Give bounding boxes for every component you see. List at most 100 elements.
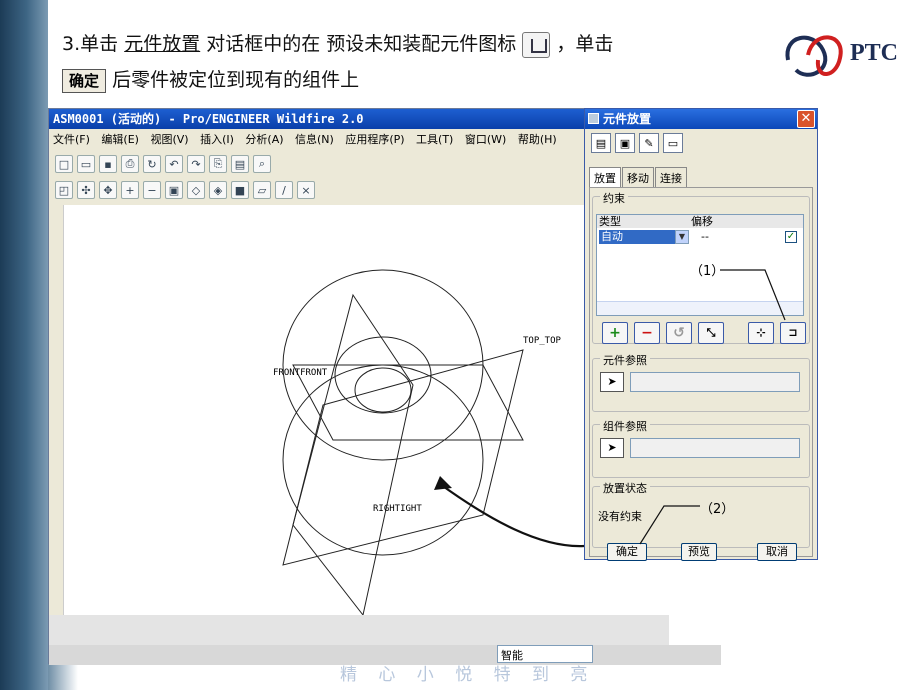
menu-analysis[interactable]: 分析(A) xyxy=(245,133,283,146)
menu-insert[interactable]: 插入(I) xyxy=(200,133,234,146)
menu-window[interactable]: 窗口(W) xyxy=(465,133,506,146)
instruction-text: 3.单击 元件放置 对话框中的在 预设未知装配元件图标 ，单击 确定 后零件被定… xyxy=(62,26,762,98)
wireframe-icon[interactable]: ◇ xyxy=(187,181,205,199)
shading-icon[interactable]: ■ xyxy=(231,181,249,199)
flip-constraint-button[interactable]: ↺ xyxy=(666,322,692,344)
tab-connect[interactable]: 连接 xyxy=(655,167,687,188)
instruction-mid: 对话框中的在 预设未知装配元件图标 xyxy=(206,33,517,55)
preview-button[interactable]: 预览 xyxy=(681,543,717,561)
assembly-ref-label: 组件参照 xyxy=(600,418,650,434)
component-ref-field[interactable] xyxy=(630,372,800,392)
menu-applications[interactable]: 应用程序(P) xyxy=(345,133,404,146)
placement-status-value: 没有约束 xyxy=(598,510,642,523)
hole-circle-inner xyxy=(354,367,412,413)
dialog-window-icon xyxy=(588,113,599,124)
datum-right-label: RIGHTIGHT xyxy=(373,504,422,514)
default-constraint-button[interactable]: ⊹ xyxy=(748,322,774,344)
menu-info[interactable]: 信息(N) xyxy=(295,133,334,146)
regenerate-icon[interactable]: ↻ xyxy=(143,155,161,173)
toolbar-row-1: □ ▭ ▪ ⎙ ↻ ↶ ↷ ⎘ ▤ ⌕ xyxy=(49,151,585,177)
placement-status-label: 放置状态 xyxy=(600,480,650,496)
constraints-label: 约束 xyxy=(600,190,628,206)
instruction-end: 后零件被定位到现有的组件上 xyxy=(112,69,360,91)
callout-1: （1） xyxy=(690,264,725,279)
right-datum-plane xyxy=(292,293,414,615)
dialog-tabs: 放置 移动 连接 xyxy=(589,167,688,188)
menu-tools[interactable]: 工具(T) xyxy=(416,133,453,146)
assembly-ref-field[interactable] xyxy=(630,438,800,458)
callout-2: （2） xyxy=(700,502,735,517)
hidden-line-icon[interactable]: ◈ xyxy=(209,181,227,199)
datum-point-icon[interactable]: × xyxy=(297,181,315,199)
dialog-toolbar: ▤ ▣ ✎ ▭ xyxy=(585,129,817,157)
paste-icon[interactable]: ▤ xyxy=(231,155,249,173)
find-icon[interactable]: ⌕ xyxy=(253,155,271,173)
dialog-title-text: 元件放置 xyxy=(603,112,652,126)
redo-icon[interactable]: ↷ xyxy=(187,155,205,173)
copy-icon[interactable]: ⎘ xyxy=(209,155,227,173)
undo-icon[interactable]: ↶ xyxy=(165,155,183,173)
constraint-orientation-button[interactable]: ⤡ xyxy=(698,322,724,344)
datum-axis-icon[interactable]: / xyxy=(275,181,293,199)
column-type: 类型 xyxy=(599,215,621,228)
instruction-step: 3.单击 xyxy=(62,33,119,55)
remove-constraint-button[interactable]: − xyxy=(634,322,660,344)
new-file-icon[interactable]: □ xyxy=(55,155,73,173)
constraint-offset-value[interactable]: -- xyxy=(701,230,709,243)
decorative-left-band xyxy=(0,0,48,690)
footer-watermark-text: 精 心 小 悦 特 到 亮 xyxy=(340,665,596,685)
constraint-enabled-checkbox[interactable]: ✓ xyxy=(785,231,797,243)
component-placement-dialog: 元件放置 ✕ ▤ ▣ ✎ ▭ 放置 移动 连接 约束 类型 偏移 自动 ▼ --… xyxy=(584,108,818,561)
zoom-out-icon[interactable]: − xyxy=(143,181,161,199)
unknown-assembly-button[interactable]: ⊐ xyxy=(780,322,806,344)
assembly-ref-select-arrow[interactable]: ➤ xyxy=(600,438,624,458)
app-title: ASM0001 (活动的) - Pro/ENGINEER Wildfire 2.… xyxy=(49,109,585,129)
spin-center-icon[interactable]: ✣ xyxy=(77,181,95,199)
component-ref-label: 元件参照 xyxy=(600,352,650,368)
open-folder-icon[interactable]: ▭ xyxy=(77,155,95,173)
table-scrollbar[interactable] xyxy=(597,301,803,315)
instruction-after-icon: ，单击 xyxy=(556,33,614,55)
horizontal-scroll-area[interactable] xyxy=(49,615,669,645)
datum-front-label: FRONTFRONT xyxy=(273,368,328,378)
dialog-title: 元件放置 ✕ xyxy=(585,109,817,129)
datum-plane-icon[interactable]: ▱ xyxy=(253,181,271,199)
proe-main-window: ASM0001 (活动的) - Pro/ENGINEER Wildfire 2.… xyxy=(48,108,721,665)
hole-circle-top xyxy=(334,336,432,414)
assembly-window-icon[interactable]: ▣ xyxy=(615,133,635,153)
ptc-logo-text: PTC xyxy=(850,40,898,66)
menu-help[interactable]: 帮助(H) xyxy=(518,133,557,146)
component-ref-select-arrow[interactable]: ➤ xyxy=(600,372,624,392)
menu-edit[interactable]: 编辑(E) xyxy=(101,133,139,146)
zoom-in-icon[interactable]: + xyxy=(121,181,139,199)
menu-file[interactable]: 文件(F) xyxy=(53,133,90,146)
ok-button[interactable]: 确定 xyxy=(607,543,647,561)
menu-bar: 文件(F) 编辑(E) 视图(V) 插入(I) 分析(A) 信息(N) 应用程序… xyxy=(49,129,585,151)
chevron-down-icon[interactable]: ▼ xyxy=(675,230,689,244)
front-datum-plane xyxy=(292,364,524,441)
separate-window-icon[interactable]: ▤ xyxy=(591,133,611,153)
instruction-link: 元件放置 xyxy=(124,33,201,55)
datum-top-label: TOP_TOP xyxy=(523,336,562,346)
part-wireframe xyxy=(282,269,524,615)
refit-icon[interactable]: ▣ xyxy=(165,181,183,199)
edit-definition-icon[interactable]: ✎ xyxy=(639,133,659,153)
cancel-button[interactable]: 取消 xyxy=(757,543,797,561)
close-icon[interactable]: ✕ xyxy=(797,110,815,128)
repaint-icon[interactable]: ◰ xyxy=(55,181,73,199)
add-constraint-button[interactable]: + xyxy=(602,322,628,344)
toolbar-row-2: ◰ ✣ ✥ + − ▣ ◇ ◈ ■ ▱ / × xyxy=(49,177,585,203)
open-folder-icon[interactable]: ▭ xyxy=(663,133,683,153)
ok-button-reference: 确定 xyxy=(62,68,107,93)
tab-move[interactable]: 移动 xyxy=(622,167,654,188)
unknown-assembly-icon xyxy=(522,31,551,58)
tab-placement[interactable]: 放置 xyxy=(589,167,621,188)
save-icon[interactable]: ▪ xyxy=(99,155,117,173)
graphics-viewport[interactable]: TOP_TOP FRONTFRONT RIGHTIGHT xyxy=(63,205,629,615)
print-icon[interactable]: ⎙ xyxy=(121,155,139,173)
orient-icon[interactable]: ✥ xyxy=(99,181,117,199)
constraint-row[interactable]: 自动 ▼ -- ✓ xyxy=(597,229,803,245)
column-offset: 偏移 xyxy=(691,215,713,228)
menu-view[interactable]: 视图(V) xyxy=(150,133,188,146)
constraints-table-header: 类型 偏移 xyxy=(597,215,803,228)
